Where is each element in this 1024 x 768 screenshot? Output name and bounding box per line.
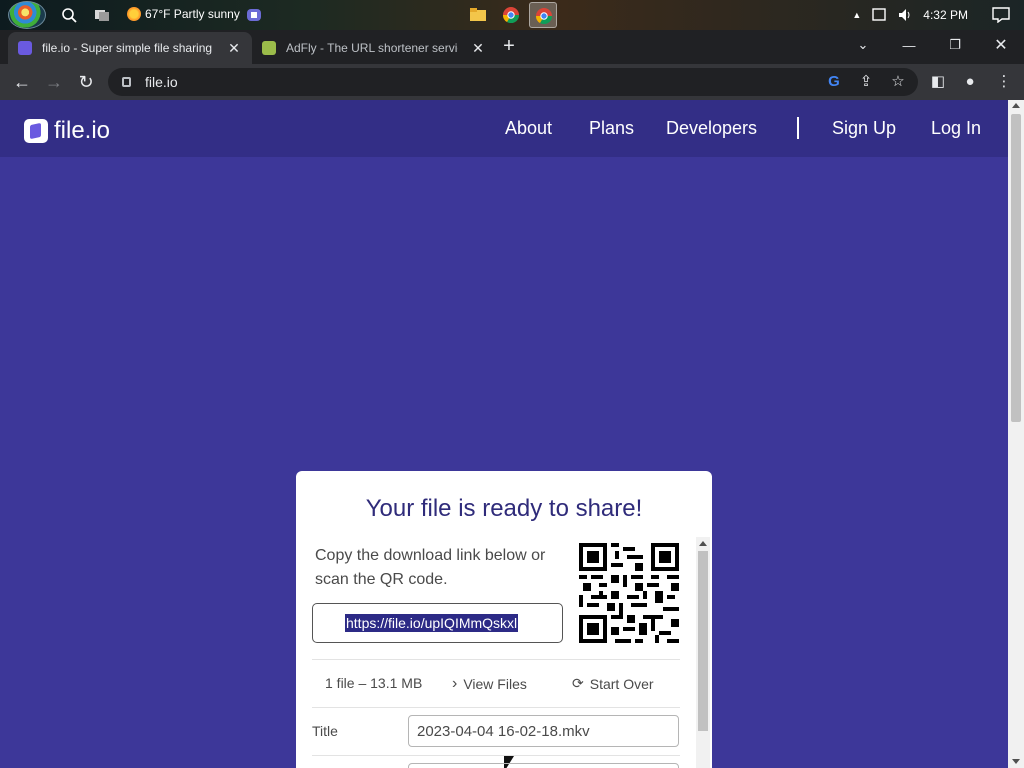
- site-logo[interactable]: file.io: [24, 117, 110, 145]
- lock-icon[interactable]: [122, 77, 131, 87]
- new-tab-button[interactable]: +: [498, 36, 520, 58]
- back-button[interactable]: ←: [10, 70, 34, 94]
- adfly-favicon-icon: [262, 41, 276, 55]
- start-over-button[interactable]: ⟳ Start Over: [572, 675, 654, 692]
- restore-button[interactable]: ❐: [932, 30, 978, 60]
- nav-developers[interactable]: Developers: [666, 118, 757, 139]
- scroll-thumb[interactable]: [1011, 114, 1021, 422]
- address-text: file.io: [145, 74, 178, 90]
- nav-signup[interactable]: Sign Up: [832, 118, 896, 139]
- file-count-text: 1 file – 13.1 MB: [325, 675, 423, 691]
- divider: [312, 755, 680, 756]
- google-lens-icon[interactable]: G: [824, 72, 844, 92]
- scroll-down-icon[interactable]: [1012, 759, 1020, 764]
- tab-search-button[interactable]: ⌄: [840, 30, 886, 60]
- tray-overflow-icon[interactable]: ▲: [852, 10, 861, 20]
- file-count: 1 file – 13.1 MB: [325, 675, 422, 691]
- title-label: Title: [312, 723, 338, 739]
- share-icon[interactable]: ⇪: [856, 72, 876, 92]
- reload-button[interactable]: ↻: [74, 70, 98, 94]
- windows-taskbar: 67°F Partly sunny ▲ 4:32 PM: [0, 0, 1024, 30]
- download-link-text[interactable]: https://file.io/upIQIMmQskxl: [345, 614, 519, 632]
- address-bar[interactable]: file.io: [108, 68, 918, 96]
- scroll-thumb[interactable]: [698, 551, 708, 731]
- weather-widget[interactable]: 67°F Partly sunny: [127, 7, 240, 21]
- file-explorer-button[interactable]: [464, 2, 492, 28]
- task-view-icon[interactable]: [94, 7, 110, 23]
- tab-fileio[interactable]: file.io - Super simple file sharing ✕: [8, 32, 252, 64]
- notifications-icon[interactable]: [992, 7, 1010, 23]
- chrome-active-button[interactable]: [529, 2, 557, 28]
- fileio-logo-icon: [24, 119, 48, 143]
- close-window-button[interactable]: ✕: [978, 30, 1024, 60]
- bookmark-star-icon[interactable]: ☆: [888, 72, 908, 92]
- card-title: Your file is ready to share!: [365, 495, 643, 522]
- minimize-button[interactable]: —: [886, 30, 932, 60]
- tab-adfly[interactable]: AdFly - The URL shortener servic ✕: [252, 32, 496, 64]
- nav-about[interactable]: About: [505, 118, 552, 139]
- share-instructions: Copy the download link below or scan the…: [315, 547, 546, 588]
- volume-icon[interactable]: [897, 7, 913, 23]
- title-input[interactable]: 2023-04-04 16-02-18.mkv: [408, 715, 679, 747]
- clock[interactable]: 4:32 PM: [923, 8, 968, 22]
- next-field-input[interactable]: [408, 763, 679, 768]
- logo-text: file.io: [54, 117, 111, 144]
- weather-sun-icon: [127, 7, 141, 21]
- nav-plans[interactable]: Plans: [589, 118, 634, 139]
- refresh-icon: ⟳: [572, 675, 584, 691]
- start-button[interactable]: [8, 1, 46, 29]
- meet-icon[interactable]: [246, 7, 262, 23]
- chrome-icon: [503, 7, 519, 23]
- view-files-label: View Files: [463, 676, 527, 692]
- device-icon[interactable]: [871, 7, 887, 23]
- close-tab-icon[interactable]: ✕: [226, 40, 242, 57]
- chrome-canary-button[interactable]: [497, 2, 525, 28]
- divider: [312, 659, 680, 660]
- nav-login[interactable]: Log In: [931, 118, 981, 139]
- side-panel-icon[interactable]: ◧: [928, 72, 948, 92]
- chrome-icon: [536, 8, 552, 24]
- scroll-up-icon[interactable]: [699, 541, 707, 546]
- download-link-field[interactable]: https://file.io/upIQIMmQskxl: [312, 603, 563, 768]
- card-scrollbar[interactable]: [696, 537, 710, 768]
- profile-icon[interactable]: ●: [960, 72, 980, 92]
- tab-title: file.io - Super simple file sharing: [42, 41, 213, 55]
- share-card: Your file is ready to share! Copy the do…: [296, 471, 712, 768]
- nav-divider: [797, 117, 799, 139]
- chevron-right-icon: ›: [452, 675, 458, 692]
- start-over-label: Start Over: [589, 675, 654, 692]
- tab-title: AdFly - The URL shortener servic: [286, 41, 458, 55]
- menu-kebab-icon[interactable]: ⋮: [994, 72, 1014, 92]
- system-tray: ▲ 4:32 PM: [852, 0, 1024, 30]
- view-files-button[interactable]: › View Files: [452, 675, 527, 693]
- forward-button[interactable]: →: [42, 70, 66, 94]
- qr-code: [579, 543, 679, 643]
- title-input-value: 2023-04-04 16-02-18.mkv: [417, 722, 590, 740]
- fileio-favicon-icon: [18, 41, 32, 55]
- folder-icon: [470, 8, 486, 21]
- page-scrollbar[interactable]: [1008, 100, 1024, 768]
- close-tab-icon[interactable]: ✕: [470, 40, 486, 57]
- scroll-up-icon[interactable]: [1012, 103, 1020, 108]
- search-icon[interactable]: [61, 7, 77, 23]
- divider: [312, 707, 680, 708]
- weather-text: 67°F Partly sunny: [145, 7, 240, 21]
